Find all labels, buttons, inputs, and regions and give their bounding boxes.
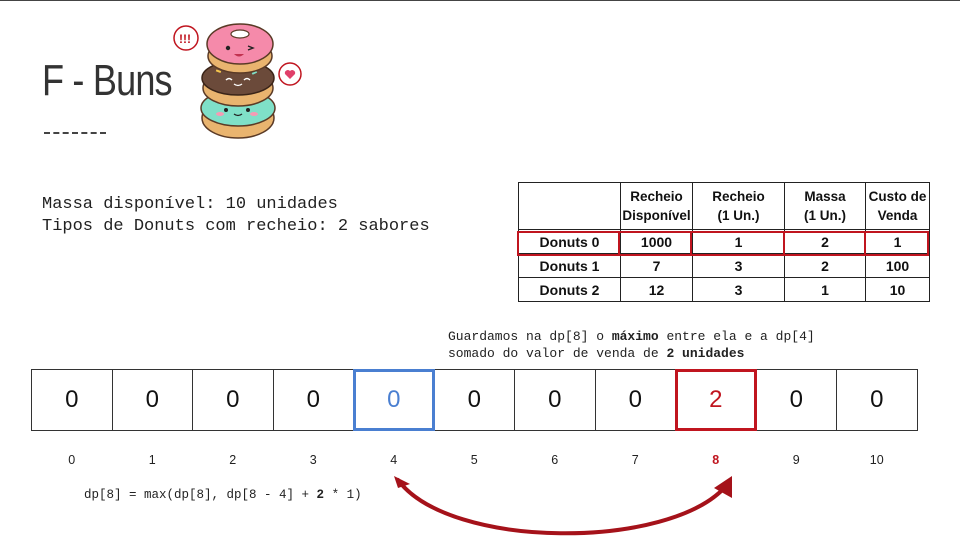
top-border-line <box>0 0 960 1</box>
table-header-text: (1 Un.) <box>717 208 760 223</box>
note-line-1: Guardamos na dp[8] o máximo entre ela e … <box>448 328 815 345</box>
dp-cell-source: 0 <box>353 369 435 431</box>
dp-index: 9 <box>792 453 800 467</box>
table-header-corner <box>518 182 621 230</box>
note-text: Guardamos na dp[8] o <box>448 329 612 344</box>
table-header-text: Custo de <box>868 189 927 204</box>
note-line-2: somado do valor de venda de 2 unidades <box>448 345 815 362</box>
table-header-text: Disponível <box>622 208 691 223</box>
row-highlight-cell <box>783 231 866 256</box>
dp-cell: 0 <box>192 369 274 431</box>
dp-cell: 0 <box>433 369 515 431</box>
note-bold-text: 2 unidades <box>666 346 745 361</box>
dp-cell: 0 <box>111 369 193 431</box>
table-cell: 1 <box>784 277 866 302</box>
table-cell-name: Donuts 2 <box>518 277 621 302</box>
table-header-text: (1 Un.) <box>804 208 846 223</box>
table-header-cell: Recheio (1 Un.) <box>692 182 785 230</box>
explanation-note: Guardamos na dp[8] o máximo entre ela e … <box>448 328 815 362</box>
row-highlight-cell <box>618 231 692 256</box>
table-header-cell: Massa (1 Un.) <box>784 182 866 230</box>
formula-bold-text: 2 <box>316 488 325 502</box>
description-line-types: Tipos de Donuts com recheio: 2 sabores <box>42 217 430 236</box>
title-underline <box>44 132 106 134</box>
description-line-mass: Massa disponível: 10 unidades <box>42 195 338 214</box>
formula-text: dp[8] = max(dp[8], dp[8 - 4] + <box>84 488 317 502</box>
table-header-text: Venda <box>877 208 918 223</box>
table-cell: 2 <box>784 253 866 278</box>
dp-index: 3 <box>309 453 317 467</box>
dp-cell: 0 <box>272 369 354 431</box>
table-header-cell: Custo de Venda <box>865 182 930 230</box>
stacked-donuts-illustration-icon: !!! <box>173 23 302 139</box>
table-row: Donuts 1 7 3 2 100 <box>518 253 930 278</box>
row-highlight-cell <box>864 231 929 256</box>
dp-cell: 0 <box>836 369 918 431</box>
dp-index: 1 <box>148 453 156 467</box>
table-cell: 3 <box>692 253 785 278</box>
dp-index: 4 <box>390 453 398 467</box>
dp-index: 7 <box>631 453 639 467</box>
table-header-cell: Recheio Disponível <box>620 182 693 230</box>
slide-title: F - Buns <box>42 56 173 105</box>
table-cell: 10 <box>865 277 930 302</box>
dp-index: 5 <box>470 453 478 467</box>
table-header-row: Recheio Disponível Recheio (1 Un.) Massa… <box>518 182 930 230</box>
formula-text: * 1) <box>324 488 362 502</box>
dp-cell-target: 2 <box>675 369 757 431</box>
note-text: entre ela e a dp[4] <box>658 329 815 344</box>
dp-index: 2 <box>229 453 237 467</box>
table-row: Donuts 2 12 3 1 10 <box>518 277 930 302</box>
table-cell: 7 <box>620 253 693 278</box>
svg-text:!!!: !!! <box>179 32 191 46</box>
row-highlight-cell <box>690 231 785 256</box>
problem-description: Massa disponível: 10 unidades Tipos de D… <box>42 194 430 238</box>
note-bold-text: máximo <box>611 329 659 344</box>
recurrence-formula: dp[8] = max(dp[8], dp[8 - 4] + 2 * 1) <box>84 488 362 502</box>
table-cell: 3 <box>692 277 785 302</box>
dp-cell: 0 <box>31 369 113 431</box>
dp-index: 10 <box>869 453 884 467</box>
table-cell-name: Donuts 1 <box>518 253 621 278</box>
dp-array: 0 0 0 0 0 0 0 0 2 0 0 <box>31 369 918 431</box>
dp-cell: 0 <box>594 369 676 431</box>
note-text: somado do valor de venda de <box>448 346 667 361</box>
table-header-text: Recheio <box>712 189 765 204</box>
dp-index-row: 0 1 2 3 4 5 6 7 8 9 10 <box>32 453 918 467</box>
dp-index: 6 <box>551 453 559 467</box>
dp-index: 0 <box>68 453 76 467</box>
dp-cell: 0 <box>514 369 596 431</box>
transition-arrow-icon <box>394 476 732 536</box>
dp-index-target: 8 <box>712 453 720 467</box>
row-highlight-name <box>517 231 620 256</box>
dp-cell: 0 <box>755 369 837 431</box>
table-cell: 12 <box>620 277 693 302</box>
table-cell: 100 <box>865 253 930 278</box>
table-header-text: Massa <box>804 189 846 204</box>
table-header-text: Recheio <box>630 189 683 204</box>
